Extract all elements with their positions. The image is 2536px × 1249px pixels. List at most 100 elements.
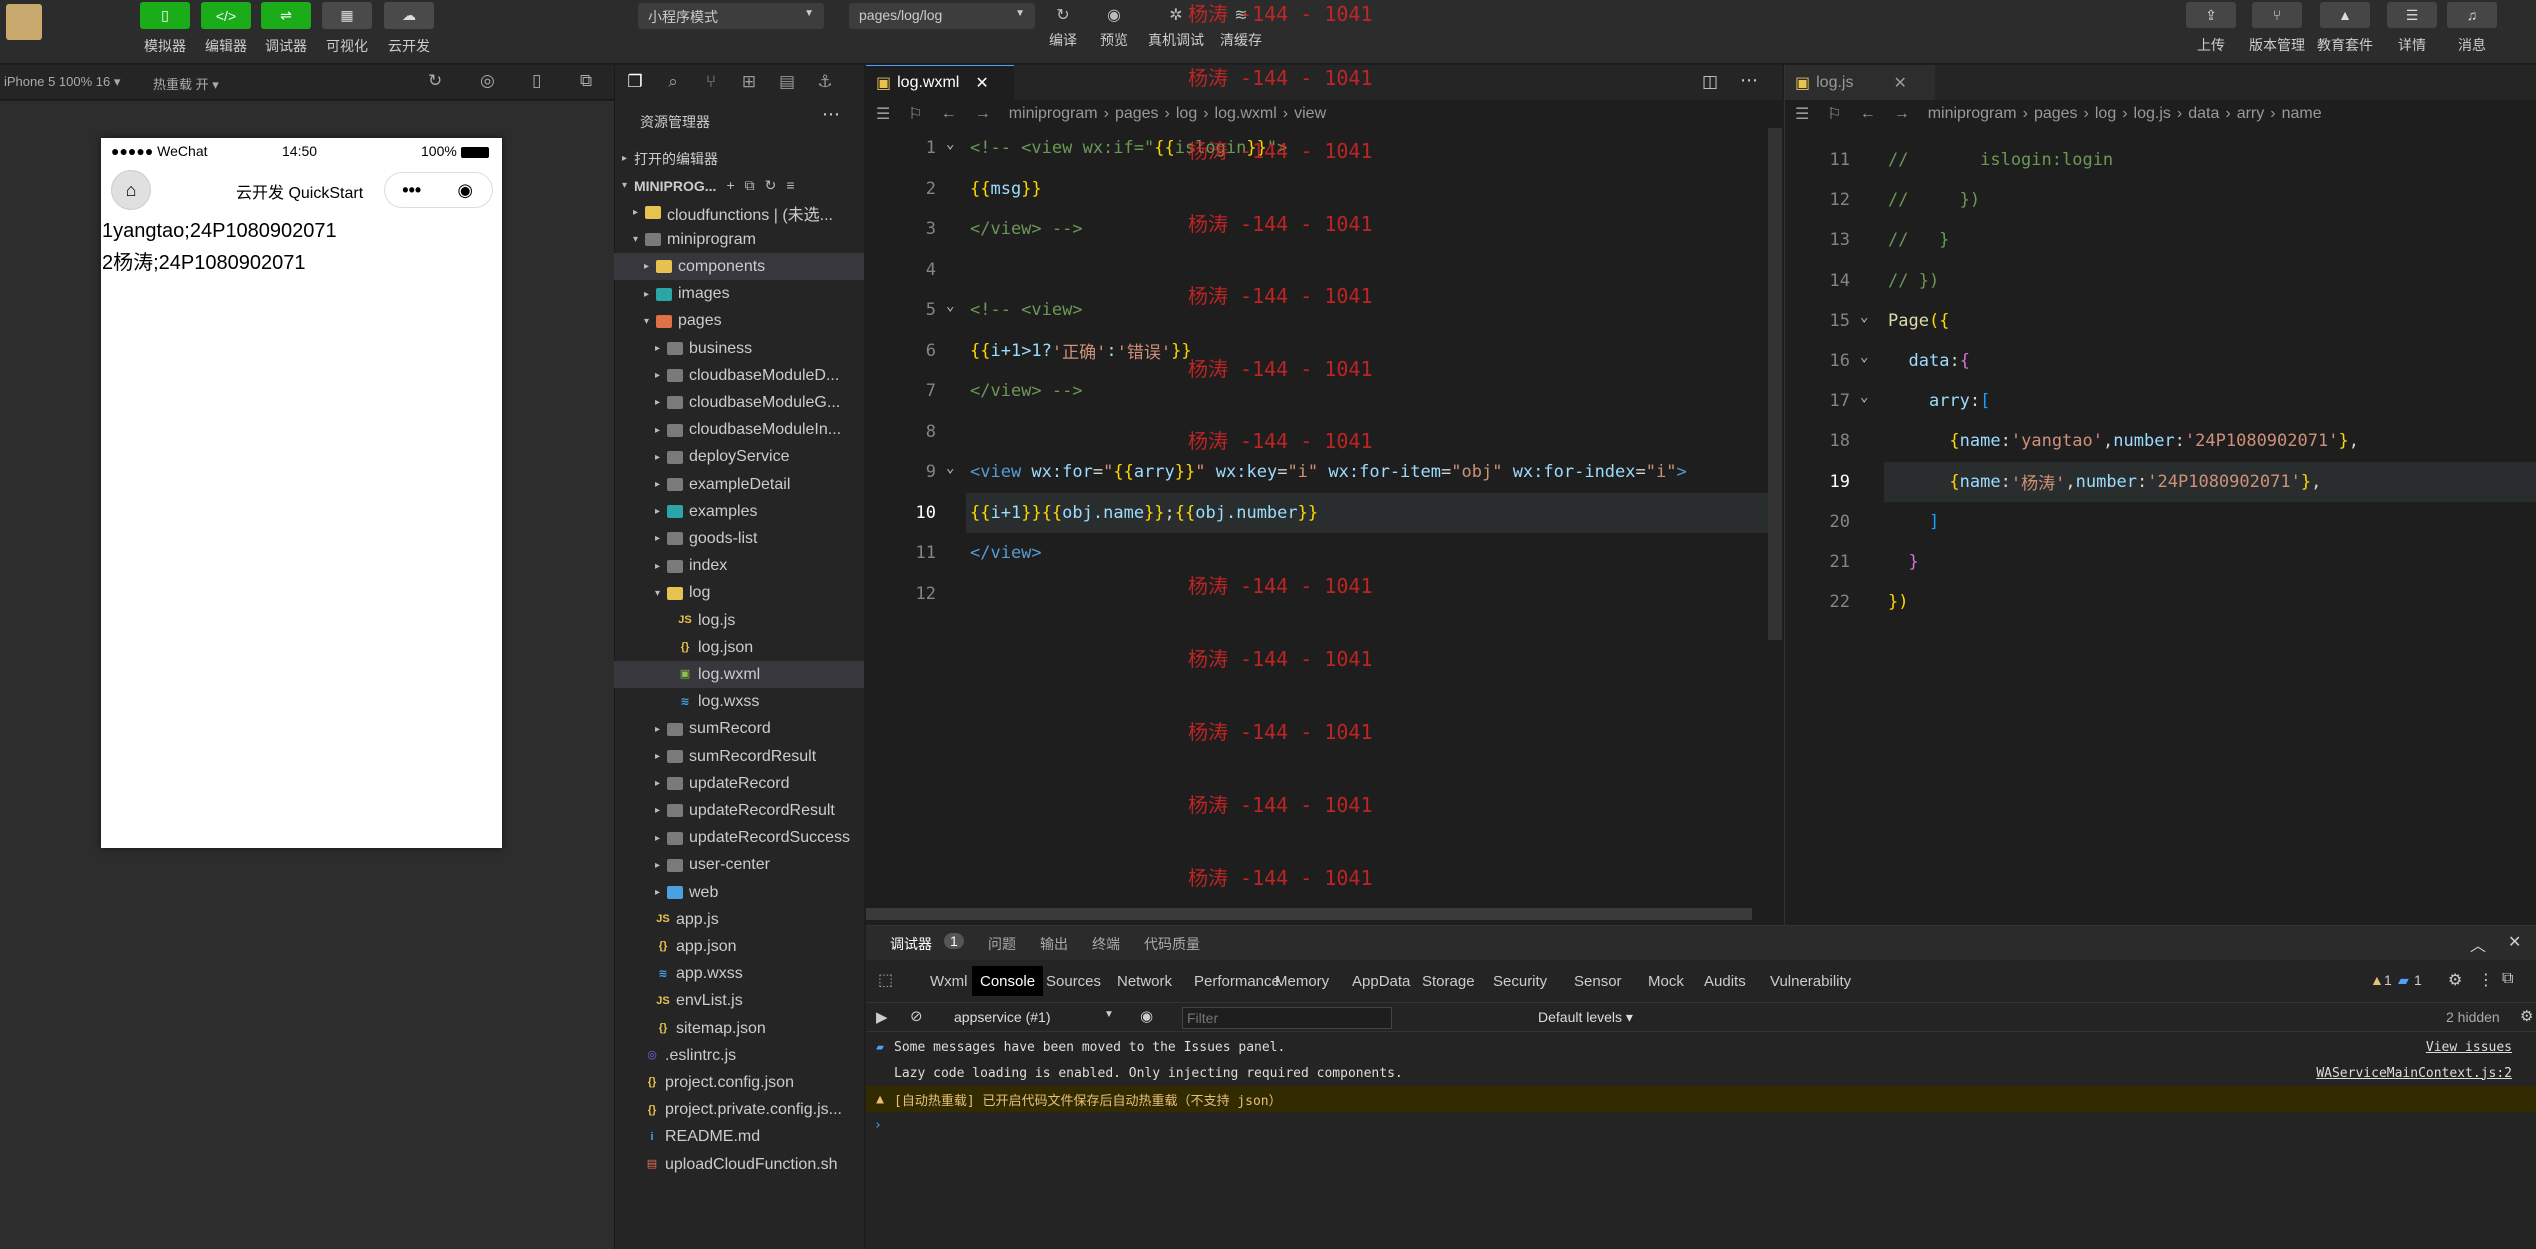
- visual-button[interactable]: ▦ 可视化: [322, 0, 372, 64]
- tree-item[interactable]: ▸ deployService: [614, 444, 864, 471]
- tree-item[interactable]: ▸ updateRecord: [614, 770, 864, 797]
- breadcrumb-item[interactable]: pages: [1115, 105, 1159, 123]
- code-line[interactable]: }): [1888, 582, 1908, 622]
- tree-item[interactable]: ▸ sumRecordResult: [614, 743, 864, 770]
- filter-input[interactable]: [1182, 1007, 1392, 1029]
- tree-item[interactable]: ≋ app.wxss: [614, 961, 864, 988]
- breadcrumb-item[interactable]: miniprogram: [1009, 105, 1098, 123]
- back-icon[interactable]: ←: [941, 105, 957, 123]
- list-icon[interactable]: ☰: [876, 104, 890, 124]
- fold-chevron-icon[interactable]: ⌄: [946, 298, 954, 314]
- messages-button[interactable]: ♫ 消息: [2437, 0, 2507, 55]
- tree-item[interactable]: ▸ examples: [614, 498, 864, 525]
- code-line[interactable]: // }): [1888, 261, 1939, 301]
- code-line[interactable]: {name: '杨涛', number: '24P1080902071'},: [1888, 462, 2321, 502]
- tree-item[interactable]: ▸ index: [614, 553, 864, 580]
- devtools-tab[interactable]: Network: [1109, 966, 1180, 996]
- preview-button[interactable]: ◉ 预览: [1094, 0, 1134, 64]
- devtools-tab[interactable]: Vulnerability: [1762, 966, 1859, 996]
- breadcrumb-item[interactable]: data: [2188, 105, 2219, 123]
- tree-item[interactable]: ▸ cloudbaseModuleG...: [614, 389, 864, 416]
- tree-item[interactable]: ◎ .eslintrc.js: [614, 1042, 864, 1069]
- inspect-icon[interactable]: ⬚: [878, 970, 893, 990]
- tree-item[interactable]: ▸ cloudbaseModuleD...: [614, 362, 864, 389]
- devtools-tab[interactable]: Console: [972, 966, 1044, 996]
- tree-item[interactable]: JS app.js: [614, 906, 864, 933]
- cloud-dev-button[interactable]: ☁ 云开发: [384, 0, 434, 64]
- source-control-icon[interactable]: ⑂: [698, 69, 724, 95]
- eye-icon[interactable]: ◉: [1140, 1007, 1153, 1025]
- open-editors-section[interactable]: ▸ 打开的编辑器: [614, 145, 864, 172]
- tree-item[interactable]: ▾ pages: [614, 308, 864, 335]
- devtools-tab[interactable]: Storage: [1414, 966, 1483, 996]
- console-prompt[interactable]: ›: [866, 1112, 2536, 1138]
- tree-item[interactable]: ▸ cloudfunctions | (未选...: [614, 199, 864, 226]
- list-icon[interactable]: ☰: [1795, 104, 1809, 124]
- breadcrumb-item[interactable]: log.js: [2134, 105, 2171, 123]
- code-line[interactable]: }: [1888, 542, 1918, 582]
- close-icon[interactable]: ✕: [975, 73, 988, 93]
- fold-chevron-icon[interactable]: ⌄: [946, 460, 954, 476]
- tree-item[interactable]: {} log.json: [614, 634, 864, 661]
- code-line[interactable]: {{i+1}}{{obj.name}};{{obj.number}}: [970, 493, 1318, 533]
- gear-icon[interactable]: ⚙: [2520, 1007, 2533, 1025]
- more-icon[interactable]: ⋯: [1740, 70, 1758, 91]
- code-line[interactable]: Page({: [1888, 301, 1949, 341]
- tree-item[interactable]: i README.md: [614, 1124, 864, 1151]
- page-select[interactable]: pages/log/log ▼: [849, 3, 1035, 29]
- fold-chevron-icon[interactable]: ⌄: [1860, 349, 1868, 365]
- tree-item[interactable]: ▾ log: [614, 580, 864, 607]
- tree-item[interactable]: ▸ updateRecordResult: [614, 797, 864, 824]
- extensions-icon[interactable]: ⊞: [736, 69, 762, 95]
- search-icon[interactable]: ⌕: [660, 69, 686, 95]
- debugger-button[interactable]: ⇌ 调试器: [261, 0, 311, 64]
- tree-item[interactable]: ▣ log.wxml: [614, 661, 864, 689]
- editor1-hscrollbar[interactable]: [866, 908, 1752, 920]
- undock-icon[interactable]: ⧉: [2502, 970, 2513, 988]
- tree-item[interactable]: ▸ images: [614, 281, 864, 308]
- collapse-icon[interactable]: ︿: [2470, 932, 2486, 956]
- code-line[interactable]: <!-- <view>: [970, 290, 1083, 330]
- code-line[interactable]: data:{: [1888, 341, 1969, 381]
- breadcrumb-item[interactable]: pages: [2034, 105, 2078, 123]
- upload-button[interactable]: ⇪ 上传: [2176, 0, 2246, 55]
- breadcrumb-item[interactable]: view: [1294, 105, 1326, 123]
- compile-button[interactable]: ↻ 编译: [1043, 0, 1083, 64]
- education-button[interactable]: ▲ 教育套件: [2310, 0, 2380, 55]
- code-line[interactable]: // }): [1888, 180, 1980, 220]
- stop-icon[interactable]: ◎: [480, 71, 495, 91]
- close-mini-icon[interactable]: ◉: [439, 180, 493, 201]
- editor-button[interactable]: </> 编辑器: [201, 0, 251, 64]
- more-vertical-icon[interactable]: ⋮: [2478, 970, 2494, 990]
- code-line[interactable]: arry:[: [1888, 381, 1990, 421]
- fold-chevron-icon[interactable]: ⌄: [1860, 309, 1868, 325]
- mode-select[interactable]: 小程序模式 ▼: [638, 3, 824, 29]
- fold-chevron-icon[interactable]: ⌄: [1860, 389, 1868, 405]
- breadcrumb-item[interactable]: log: [1176, 105, 1197, 123]
- hot-reload-toggle[interactable]: 热重载 开 ▾: [153, 74, 219, 93]
- devtools-tab[interactable]: Wxml: [922, 966, 976, 996]
- close-icon[interactable]: ✕: [2508, 932, 2521, 952]
- editor1-scrollbar[interactable]: [1768, 128, 1782, 640]
- tree-item[interactable]: ≋ log.wxss: [614, 689, 864, 716]
- phone-frame-icon[interactable]: ▯: [532, 71, 541, 91]
- files-icon[interactable]: ❐: [622, 69, 648, 95]
- source-link[interactable]: View issues: [2426, 1040, 2512, 1055]
- back-icon[interactable]: ←: [1860, 105, 1876, 123]
- tree-item[interactable]: ▸ components: [614, 253, 864, 281]
- code-line[interactable]: </view>: [970, 533, 1042, 573]
- tab-debugger[interactable]: 调试器: [890, 934, 932, 954]
- tree-item[interactable]: {} project.config.json: [614, 1069, 864, 1096]
- sidebar-toggle-icon[interactable]: ▶: [876, 1008, 888, 1026]
- tree-item[interactable]: ▸ exampleDetail: [614, 471, 864, 498]
- tree-item[interactable]: JS envList.js: [614, 988, 864, 1015]
- tree-item[interactable]: ▾ miniprogram: [614, 226, 864, 253]
- tree-item[interactable]: {} project.private.config.js...: [614, 1097, 864, 1124]
- tree-item[interactable]: ▸ cloudbaseModuleIn...: [614, 417, 864, 444]
- breadcrumb-item[interactable]: log.wxml: [1215, 105, 1277, 123]
- terminal-icon[interactable]: ▤: [774, 69, 800, 95]
- code-line[interactable]: {{msg}}: [970, 169, 1042, 209]
- code-line[interactable]: // islogin:login: [1888, 140, 2113, 180]
- code-line[interactable]: </view> -->: [970, 209, 1083, 249]
- devtools-tab[interactable]: Sensor: [1566, 966, 1630, 996]
